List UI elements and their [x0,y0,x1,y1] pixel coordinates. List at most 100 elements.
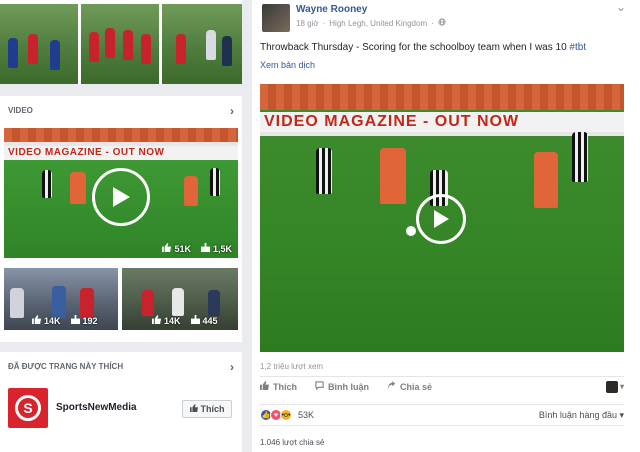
player-figure [572,132,588,182]
likes-stat: 51K [162,243,191,254]
player-figure [123,30,133,60]
post-location[interactable]: High Legh, United Kingdom [329,19,427,28]
likes-stat: 14K [32,315,61,326]
likes-count: 14K [44,315,61,326]
player-figure [222,36,232,66]
player-figure [8,38,18,68]
player-figure [28,34,38,64]
player-figure [89,32,99,62]
featured-video[interactable]: VIDEO MAGAZINE - OUT NOW 51K 1,5K [4,128,238,258]
small-video-1[interactable]: 14K 192 [4,268,118,330]
video-stats: 51K 1,5K [162,243,232,254]
thumbs-up-icon [260,381,269,392]
video-banner: VIDEO MAGAZINE - OUT NOW [4,146,238,160]
author-avatar[interactable] [262,4,290,32]
share-action[interactable]: Chia sẻ [387,381,432,392]
share-action-label: Chia sẻ [400,381,433,392]
player-figure [141,34,151,64]
player-figure [380,148,406,204]
liked-pages-header[interactable]: ĐÃ ĐƯỢC TRANG NÀY THÍCH › [0,352,242,382]
comment-sort-dropdown[interactable]: Bình luận hàng đầu ▾ [539,410,624,421]
photo-thumbnail[interactable] [162,4,242,84]
play-icon[interactable] [92,168,150,226]
wow-reaction-icon[interactable]: •o• [280,409,292,421]
like-action-label: Thích [273,381,297,392]
hashtag-link[interactable]: #tbt [569,42,586,53]
player-figure [50,40,60,70]
post-actions: Thích Bình luận Chia sẻ ▾ [260,376,624,396]
post-video[interactable]: VIDEO MAGAZINE - OUT NOW [260,84,624,352]
player-figure [184,176,198,206]
player-figure [206,30,216,60]
page-like-label: Thích [200,404,225,414]
chevron-right-icon[interactable]: › [230,352,234,382]
liked-pages-title: ĐÃ ĐƯỢC TRANG NÀY THÍCH [8,362,124,371]
shares-stat: 445 [190,315,218,326]
likes-count: 14K [164,315,181,326]
shares-count: 192 [82,315,98,326]
shares-stat: 192 [70,315,98,326]
separator-dot: · [322,18,326,28]
post-as-selector[interactable]: ▾ [605,380,624,393]
person-figure [208,290,220,316]
player-figure [534,152,558,208]
thumbs-up-icon [32,315,41,326]
separator-dot: · [431,18,434,28]
post-body: Throwback Thursday - Scoring for the sch… [260,42,570,53]
share-icon [200,243,210,254]
player-figure [105,28,115,58]
play-icon[interactable] [416,194,466,244]
shares-count: 1,5K [212,243,232,254]
chevron-right-icon[interactable]: › [230,96,234,126]
player-figure [42,170,52,198]
person-figure [52,286,66,318]
post-time[interactable]: 18 giờ [296,19,319,28]
page-logo[interactable]: S [8,388,48,428]
reactions-count[interactable]: 53K [298,410,314,420]
thumbs-up-icon [152,315,161,326]
reactions-bar: 👍 ♥ •o• 53K Bình luận hàng đầu ▾ [260,404,624,426]
comment-action[interactable]: Bình luận [315,381,369,392]
football [406,226,416,236]
thumbs-up-icon [189,404,198,414]
post-author[interactable]: Wayne Rooney [296,4,367,15]
sports-logo-icon: S [15,395,41,421]
video-banner: VIDEO MAGAZINE - OUT NOW [260,112,624,132]
post-meta: 18 giờ · High Legh, United Kingdom · [296,18,446,28]
shares-stat: 1,5K [200,243,232,254]
like-action[interactable]: Thích [260,381,297,392]
video-section-header[interactable]: VIDEO › [0,96,242,126]
player-figure [210,168,220,196]
view-count: 1,2 triệu lượt xem [260,362,324,371]
person-figure [80,288,94,318]
shares-count: 445 [202,315,218,326]
share-icon [190,315,200,326]
video-stats: 14K 445 [152,315,218,326]
post-options-chevron-icon[interactable]: ⌄ [616,0,626,14]
likes-count: 51K [174,243,191,254]
person-figure [10,288,24,318]
post-text: Throwback Thursday - Scoring for the sch… [260,42,586,53]
video-section-title: VIDEO [8,106,33,115]
photo-thumbnail[interactable] [81,4,159,84]
player-figure [70,172,86,204]
post-card: Wayne Rooney 18 giờ · High Legh, United … [252,0,640,452]
translate-link[interactable]: Xem bản dịch [260,60,315,70]
pitch-line [260,132,624,136]
photo-grid [0,0,242,84]
share-count[interactable]: 1.046 lượt chia sẻ [260,438,324,447]
comment-icon [315,381,324,392]
likes-stat: 14K [152,315,181,326]
chevron-down-icon: ▾ [619,382,624,391]
small-video-2[interactable]: 14K 445 [122,268,238,330]
photo-thumbnail[interactable] [0,4,78,84]
video-section: VIDEO › VIDEO MAGAZINE - OUT NOW 51K 1,5… [0,96,242,342]
person-figure [142,290,154,316]
stadium-stands [4,128,238,142]
page-name[interactable]: SportsNewMedia [56,402,137,413]
share-arrow-icon [387,381,396,392]
stadium-stands [260,84,624,110]
page-like-button[interactable]: Thích [182,400,232,418]
comment-action-label: Bình luận [328,381,369,392]
player-figure [176,34,186,64]
